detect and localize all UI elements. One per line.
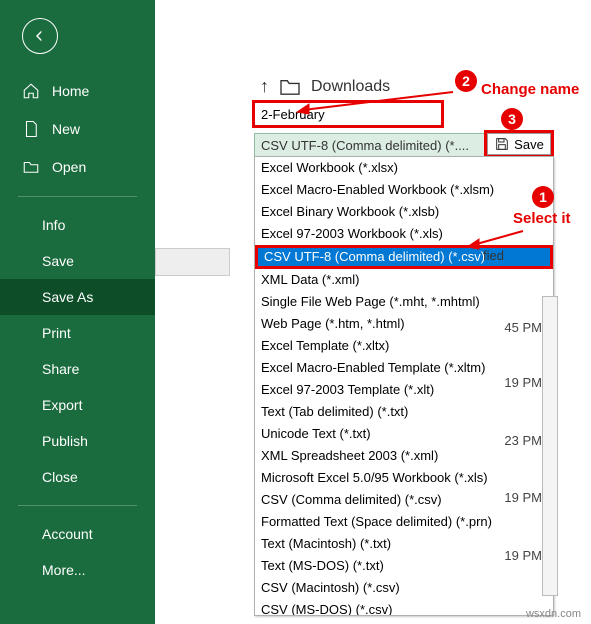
nav-publish[interactable]: Publish [0, 423, 155, 459]
dropdown-item[interactable]: Formatted Text (Space delimited) (*.prn) [255, 511, 553, 533]
callout-2: 2 [455, 70, 477, 92]
save-icon [494, 136, 510, 152]
back-arrow-icon [32, 28, 48, 44]
nav-export[interactable]: Export [0, 387, 155, 423]
nav-home-label: Home [52, 83, 89, 99]
time-text: 19 PM [504, 548, 542, 563]
dropdown-item[interactable]: XML Data (*.xml) [255, 269, 553, 291]
dropdown-item[interactable]: Excel Macro-Enabled Workbook (*.xlsm) [255, 179, 553, 201]
dropdown-item[interactable]: Excel Binary Workbook (*.xlsb) [255, 201, 553, 223]
dropdown-item[interactable]: Excel Template (*.xltx) [255, 335, 553, 357]
save-button-highlight: Save [484, 130, 554, 158]
nav-share[interactable]: Share [0, 351, 155, 387]
dropdown-item[interactable]: Excel Workbook (*.xlsx) [255, 157, 553, 179]
save-button[interactable]: Save [487, 133, 551, 155]
home-icon [22, 82, 40, 100]
dropdown-item[interactable]: CSV (Macintosh) (*.csv) [255, 577, 553, 599]
callout-1: 1 [532, 186, 554, 208]
nav-new-label: New [52, 121, 80, 137]
nav-open-label: Open [52, 159, 86, 175]
dropdown-item[interactable]: Single File Web Page (*.mht, *.mhtml) [255, 291, 553, 313]
time-text: 19 PM [504, 375, 542, 390]
time-text: 19 PM [504, 490, 542, 505]
dropdown-item[interactable]: CSV (MS-DOS) (*.csv) [255, 599, 553, 616]
nav-more[interactable]: More... [0, 552, 155, 588]
new-icon [22, 120, 40, 138]
backstage-sidebar: Home New Open Info Save Save As Print Sh… [0, 0, 155, 624]
callout-3: 3 [501, 108, 523, 130]
watermark: wsxdn.com [526, 608, 581, 620]
open-icon [22, 158, 40, 176]
filetype-selected-text: CSV UTF-8 (Comma delimited) (*.... [261, 138, 469, 153]
nav-save[interactable]: Save [0, 243, 155, 279]
up-arrow-icon[interactable]: ↑ [260, 76, 269, 97]
dropdown-item[interactable]: Text (Tab delimited) (*.txt) [255, 401, 553, 423]
callout-2-label: Change name [481, 81, 579, 98]
dropdown-item[interactable]: Microsoft Excel 5.0/95 Workbook (*.xls) [255, 467, 553, 489]
time-text: 45 PM [504, 320, 542, 335]
scrollbar[interactable] [542, 296, 558, 596]
callout-1-arrow-icon [465, 227, 525, 251]
nav-account[interactable]: Account [0, 516, 155, 552]
nav-open[interactable]: Open [0, 148, 155, 186]
time-text: 23 PM [504, 433, 542, 448]
nav-info[interactable]: Info [0, 207, 155, 243]
callout-2-arrow-icon [295, 88, 455, 116]
back-button[interactable] [22, 18, 58, 54]
save-button-label: Save [514, 137, 544, 152]
callout-1-label: Select it [513, 210, 571, 227]
list-selection-bg [155, 248, 230, 276]
nav-home[interactable]: Home [0, 72, 155, 110]
nav-new[interactable]: New [0, 110, 155, 148]
nav-print[interactable]: Print [0, 315, 155, 351]
sidebar-separator-2 [18, 505, 137, 506]
nav-save-as[interactable]: Save As [0, 279, 155, 315]
dropdown-item[interactable]: XML Spreadsheet 2003 (*.xml) [255, 445, 553, 467]
nav-close[interactable]: Close [0, 459, 155, 495]
sidebar-separator [18, 196, 137, 197]
